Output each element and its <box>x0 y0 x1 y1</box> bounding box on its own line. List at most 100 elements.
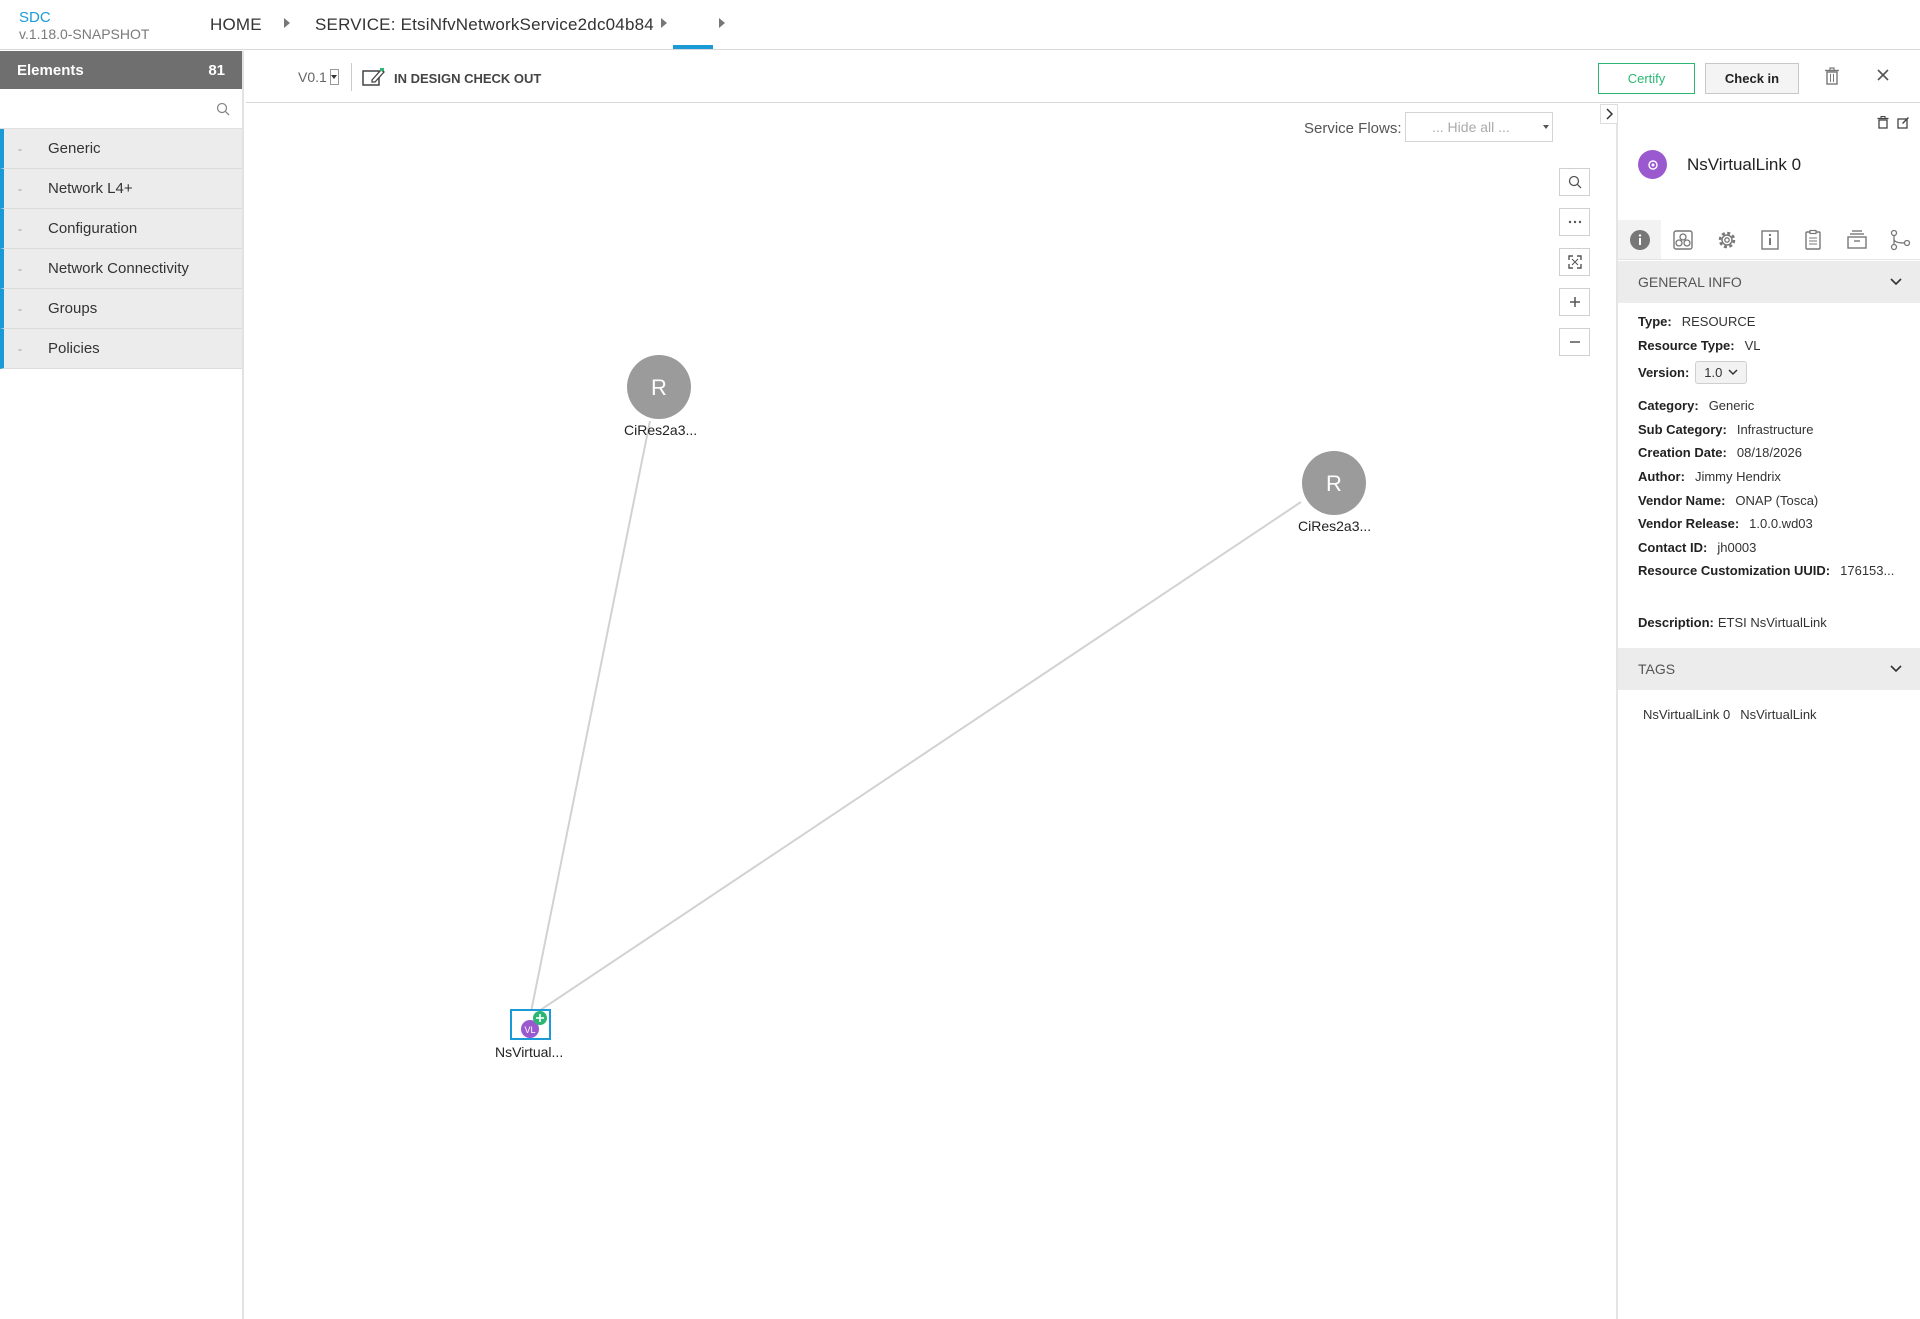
palette-item-label: Configuration <box>48 220 138 237</box>
info-version: Version: 1.0 <box>1638 361 1748 384</box>
panel-actions <box>1877 116 1910 134</box>
selected-vl-node[interactable]: VL <box>510 1009 551 1040</box>
palette-item-network-l4[interactable]: - Network L4+ <box>0 169 242 209</box>
version-dropdown-value: 1.0 <box>1704 365 1723 380</box>
info-contact-id: Contact ID: jh0003 <box>1638 540 1756 555</box>
info-description: Description: ETSI NsVirtualLink <box>1638 615 1827 630</box>
collapse-icon: - <box>18 181 22 196</box>
resource-node[interactable]: R <box>1302 451 1366 515</box>
archive-icon <box>1847 229 1867 249</box>
tab-properties[interactable] <box>1705 220 1748 259</box>
relation-edge[interactable] <box>529 420 651 1018</box>
palette-item-label: Generic <box>48 140 101 157</box>
info-value: VL <box>1744 338 1761 353</box>
chevron-right-icon <box>1606 108 1613 120</box>
palette-item-groups[interactable]: - Groups <box>0 289 242 329</box>
palette-item-label: Groups <box>48 300 98 317</box>
app-logo[interactable]: SDC v.1.18.0-SNAPSHOT <box>19 9 149 43</box>
info-value: Generic <box>1708 398 1755 413</box>
fit-to-screen-button[interactable] <box>1559 248 1590 276</box>
tags-title: TAGS <box>1638 661 1676 677</box>
node-label: NsVirtual... <box>495 1044 564 1060</box>
info-label: Vendor Release: <box>1638 516 1740 531</box>
edit-icon[interactable] <box>1897 116 1910 134</box>
breadcrumb-arrow-icon[interactable] <box>661 18 667 28</box>
artifacts-icon <box>1673 229 1693 250</box>
info-resource-type: Resource Type: VL <box>1638 338 1760 353</box>
status-text: IN DESIGN CHECK OUT <box>394 71 542 86</box>
plus-icon <box>1569 297 1580 307</box>
vl-resource-icon <box>1638 150 1667 179</box>
palette-item-configuration[interactable]: - Configuration <box>0 209 242 249</box>
search-icon[interactable] <box>216 102 230 121</box>
collapse-panel-button[interactable] <box>1600 104 1618 124</box>
palette-item-label: Network L4+ <box>48 180 133 197</box>
info-vendor-release: Vendor Release: 1.0.0.wd03 <box>1638 516 1813 531</box>
info-sub-category: Sub Category: Infrastructure <box>1638 422 1813 437</box>
palette-item-label: Network Connectivity <box>48 260 189 277</box>
palette-search <box>0 89 242 129</box>
breadcrumb-home[interactable]: HOME <box>210 15 262 35</box>
info-vendor-name: Vendor Name: ONAP (Tosca) <box>1638 493 1818 508</box>
info-label: Sub Category: <box>1638 422 1727 437</box>
info-author: Author: Jimmy Hendrix <box>1638 469 1781 484</box>
version-value: V0.1 <box>298 69 327 85</box>
breadcrumb-arrow-icon[interactable] <box>284 18 290 28</box>
lifecycle-status: IN DESIGN CHECK OUT <box>362 67 541 90</box>
tab-general-info[interactable] <box>1618 220 1662 259</box>
tab-deployment-artifacts[interactable] <box>1661 220 1704 259</box>
trash-icon[interactable] <box>1824 67 1840 90</box>
certify-button[interactable]: Certify <box>1598 63 1695 94</box>
tab-requirements-capabilities[interactable] <box>1879 220 1920 259</box>
clipboard-icon <box>1805 229 1822 250</box>
breadcrumb-arrow-icon[interactable] <box>719 18 725 28</box>
info-square-icon <box>1761 229 1779 250</box>
info-label: Type: <box>1638 314 1672 329</box>
search-icon <box>1568 175 1581 189</box>
tab-api[interactable] <box>1792 220 1835 259</box>
palette-item-generic[interactable]: - Generic <box>0 129 242 169</box>
palette-search-input[interactable] <box>0 90 200 126</box>
trash-icon[interactable] <box>1877 116 1889 134</box>
palette-item-policies[interactable]: - Policies <box>0 329 242 369</box>
tab-inputs[interactable] <box>1835 220 1878 259</box>
version-dropdown[interactable]: 1.0 <box>1695 361 1748 384</box>
app-name: SDC <box>19 9 51 26</box>
close-icon[interactable] <box>1876 65 1890 88</box>
service-flows-value: ... Hide all ... <box>1432 119 1510 135</box>
zoom-in-button[interactable] <box>1559 288 1590 316</box>
elements-palette: Elements 81 - Generic - Network L4+ - Confi… <box>0 51 244 1319</box>
palette-header: Elements 81 <box>0 51 242 89</box>
check-in-button[interactable]: Check in <box>1705 63 1799 94</box>
chevron-down-icon <box>1890 665 1902 673</box>
workspace-toolbar: V0.1 IN DESIGN CHECK OUT Certify Check i… <box>246 51 1920 103</box>
panel-tabs <box>1618 220 1920 260</box>
collapse-icon: - <box>18 141 22 156</box>
breadcrumb-service[interactable]: SERVICE: EtsiNfvNetworkService2dc04b84 <box>315 15 654 35</box>
service-flows-select[interactable]: ... Hide all ... <box>1405 112 1553 142</box>
info-customization-uuid: Resource Customization UUID: 176153... <box>1638 563 1894 578</box>
zoom-out-button[interactable] <box>1559 328 1590 356</box>
collapse-icon: - <box>18 221 22 236</box>
node-letter: R <box>1326 471 1342 496</box>
collapse-icon: - <box>18 341 22 356</box>
palette-count: 81 <box>208 61 225 79</box>
tag: NsVirtualLink <box>1740 707 1817 722</box>
more-options-button[interactable] <box>1559 208 1590 236</box>
chevron-down-icon <box>1890 278 1902 286</box>
composition-canvas[interactable]: R R VL CiRes2a3... CiRes2a3... NsVirtual… <box>246 104 1616 1319</box>
canvas-search-button[interactable] <box>1559 168 1590 196</box>
info-value: Infrastructure <box>1736 422 1814 437</box>
info-value: 176153... <box>1840 563 1895 578</box>
version-select[interactable]: V0.1 <box>298 69 339 85</box>
tab-information-artifacts[interactable] <box>1748 220 1791 259</box>
general-info-section-header[interactable]: GENERAL INFO <box>1618 261 1920 303</box>
info-creation-date: Creation Date: 08/18/2026 <box>1638 445 1802 460</box>
tags-section-header[interactable]: TAGS <box>1618 648 1920 690</box>
panel-title-text: NsVirtualLink 0 <box>1687 154 1802 174</box>
resource-node[interactable]: R <box>627 355 691 419</box>
relation-edge[interactable] <box>529 501 1302 1018</box>
palette-item-network-connectivity[interactable]: - Network Connectivity <box>0 249 242 289</box>
expand-icon <box>1567 255 1582 269</box>
details-side-panel: NsVirtualLink 0 GENERAL INFO Type: RESOUR… <box>1600 104 1920 1319</box>
